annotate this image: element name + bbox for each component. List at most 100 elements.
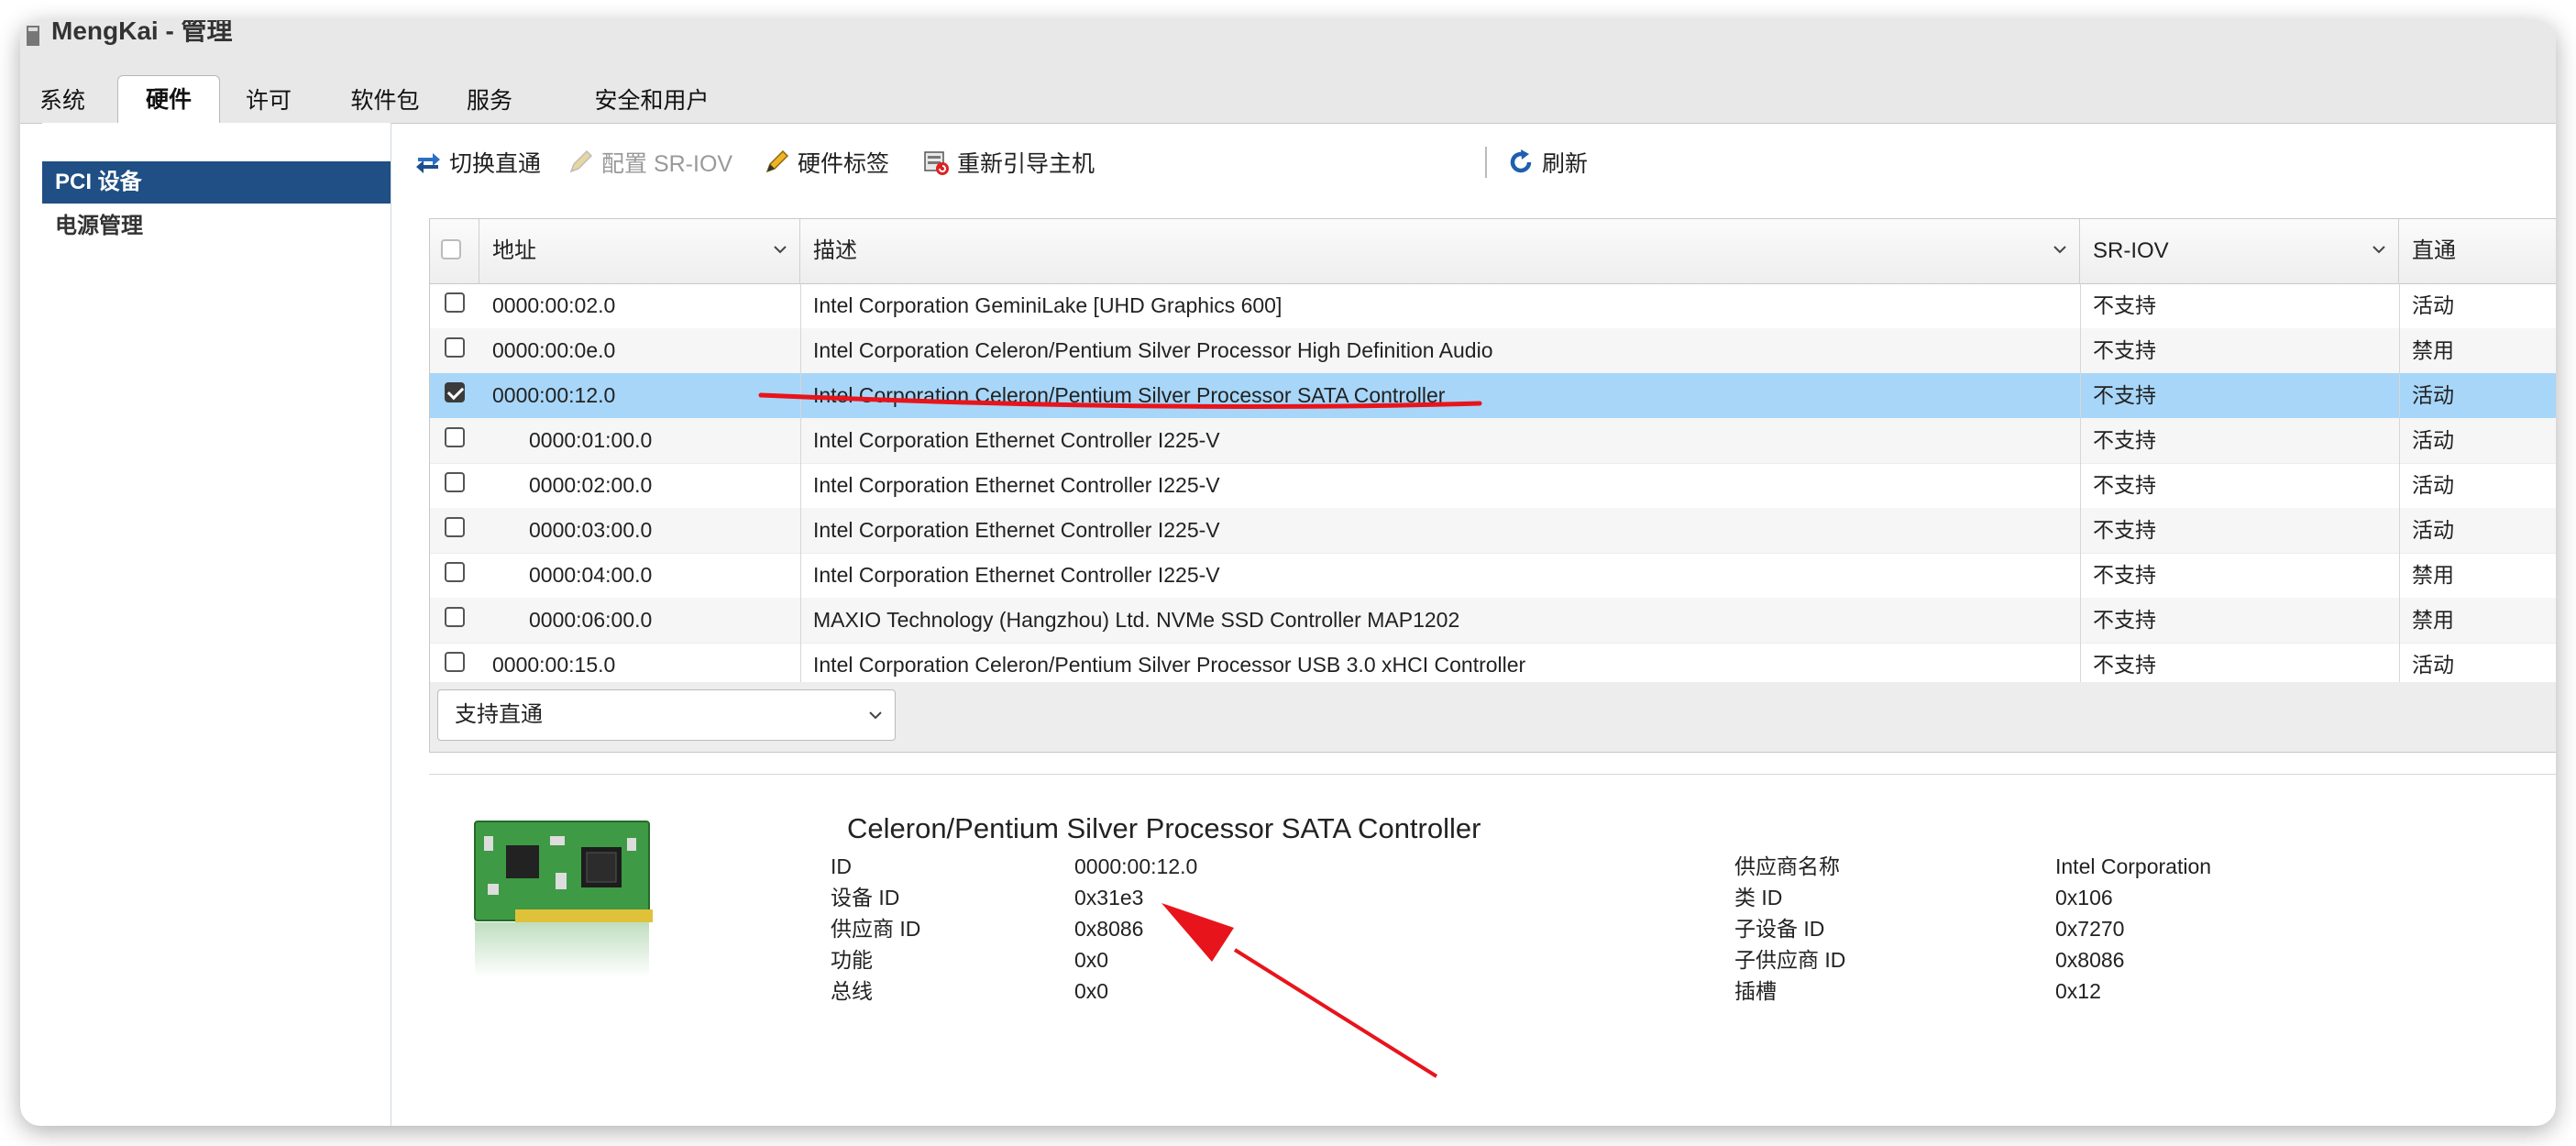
passthrough-filter-value: 支持直通 (455, 702, 543, 727)
refresh-icon (1510, 149, 1532, 173)
property-value: 0x8086 (1074, 917, 1144, 941)
chevron-down-icon[interactable] (2372, 243, 2385, 256)
cell-description: MAXIO Technology (Hangzhou) Ltd. NVMe SS… (813, 608, 1460, 632)
row-checkbox[interactable] (445, 607, 465, 627)
cell-description: Intel Corporation Celeron/Pentium Silver… (813, 383, 1446, 407)
cell-description: Intel Corporation Celeron/Pentium Silver… (813, 338, 1493, 362)
header-description-label: 描述 (813, 238, 857, 263)
nav-item-power-management[interactable]: 电源管理 (42, 205, 391, 248)
property-label: 功能 (831, 948, 873, 972)
tab-bar: 系统 硬件 许可 软件包 服务 安全和用户 (20, 51, 2556, 125)
configure-sriov-label: 配置 SR-IOV (601, 151, 733, 177)
cell-passthrough: 活动 (2412, 428, 2454, 452)
header-sriov-label: SR-IOV (2093, 238, 2169, 263)
property-value: 0x8086 (2055, 948, 2125, 972)
configure-sriov-button[interactable]: 配置 SR-IOV (567, 139, 732, 185)
cell-passthrough: 活动 (2412, 293, 2454, 317)
reboot-host-button[interactable]: 重新引导主机 (922, 139, 1095, 185)
nav-item-pci-devices[interactable]: PCI 设备 (42, 161, 391, 204)
cell-address: 0000:01:00.0 (529, 428, 653, 452)
header-passthrough[interactable]: 直通 (2399, 219, 2556, 283)
table-row[interactable]: 0000:02:00.0 Intel Corporation Ethernet C… (430, 463, 2556, 509)
tab-security-users[interactable]: 安全和用户 (565, 79, 739, 123)
cell-sriov: 不支持 (2093, 383, 2156, 407)
cell-sriov: 不支持 (2093, 293, 2156, 317)
table-row[interactable]: 0000:00:12.0 Intel Corporation Celeron/Pe… (430, 373, 2556, 419)
column-divider (800, 283, 801, 683)
table-row[interactable]: 0000:01:00.0 Intel Corporation Ethernet C… (430, 418, 2556, 464)
cell-address: 0000:00:12.0 (492, 383, 616, 407)
cell-sriov: 不支持 (2093, 518, 2156, 542)
refresh-label: 刷新 (1542, 151, 1589, 177)
chevron-down-icon[interactable] (774, 243, 787, 256)
row-checkbox[interactable] (445, 292, 465, 313)
row-checkbox[interactable] (445, 472, 465, 492)
table-row[interactable]: 0000:00:02.0 Intel Corporation GeminiLake… (430, 283, 2556, 329)
table-row[interactable]: 0000:04:00.0 Intel Corporation Ethernet C… (430, 553, 2556, 599)
select-all-checkbox[interactable] (441, 239, 461, 259)
property-label: 总线 (831, 979, 873, 1003)
table-row[interactable]: 0000:06:00.0 MAXIO Technology (Hangzhou) … (430, 598, 2556, 644)
column-divider (2080, 283, 2081, 683)
pci-card-icon (474, 821, 653, 977)
property-value: 0x12 (2055, 979, 2101, 1003)
row-checkbox[interactable] (445, 337, 465, 358)
header-address[interactable]: 地址 (479, 219, 800, 283)
header-select-all[interactable] (430, 219, 479, 283)
property-value: 0x0 (1074, 979, 1109, 1003)
table-row[interactable]: 0000:03:00.0 Intel Corporation Ethernet C… (430, 508, 2556, 554)
pencil-icon (569, 149, 593, 173)
property-label: 供应商 ID (831, 917, 921, 941)
passthrough-filter-select[interactable]: 支持直通 (437, 689, 896, 741)
property-value: Intel Corporation (2055, 854, 2212, 878)
cell-sriov: 不支持 (2093, 473, 2156, 497)
annotation-arrow-head (1161, 903, 1234, 962)
tab-license[interactable]: 许可 (229, 79, 308, 123)
row-checkbox[interactable] (445, 562, 465, 582)
property-label: ID (831, 854, 852, 878)
cell-passthrough: 活动 (2412, 653, 2454, 677)
property-label: 子供应商 ID (1734, 948, 1846, 972)
pci-device-table: 地址 描述 SR-IOV 直通 0000:00:02.0 Intel Corpor… (429, 218, 2556, 684)
header-description[interactable]: 描述 (800, 219, 2080, 283)
cell-passthrough: 禁用 (2412, 608, 2454, 632)
tab-hardware[interactable]: 硬件 (117, 75, 220, 125)
property-label: 供应商名称 (1734, 854, 1840, 878)
cell-address: 0000:04:00.0 (529, 563, 653, 587)
chevron-down-icon[interactable] (2053, 243, 2066, 256)
cell-description: Intel Corporation Celeron/Pentium Silver… (813, 653, 1526, 677)
tab-packages[interactable]: 软件包 (337, 79, 433, 123)
annotation-arrow-shaft (1233, 948, 1438, 1078)
cell-address: 0000:00:0e.0 (492, 338, 616, 362)
toolbar: 切换直通 配置 SR-IOV 硬件标签 重新引导主机 刷新 (414, 139, 2523, 185)
tab-system[interactable]: 系统 (24, 79, 101, 123)
table-row[interactable]: 0000:00:15.0 Intel Corporation Celeron/Pe… (430, 643, 2556, 683)
property-value: 0x106 (2055, 886, 2113, 909)
property-value: 0x31e3 (1074, 886, 1144, 909)
property-label: 设备 ID (831, 886, 900, 909)
property-label: 类 ID (1734, 886, 1783, 909)
header-passthrough-label: 直通 (2412, 238, 2456, 263)
toolbar-separator (1485, 147, 1487, 178)
property-label: 插槽 (1734, 979, 1777, 1003)
cell-sriov: 不支持 (2093, 563, 2156, 587)
tab-services[interactable]: 服务 (451, 79, 528, 123)
header-sriov[interactable]: SR-IOV (2080, 219, 2399, 283)
cell-passthrough: 禁用 (2412, 563, 2454, 587)
cell-address: 0000:02:00.0 (529, 473, 653, 497)
table-row[interactable]: 0000:00:0e.0 Intel Corporation Celeron/Pe… (430, 328, 2556, 374)
cell-description: Intel Corporation Ethernet Controller I2… (813, 563, 1220, 587)
table-header: 地址 描述 SR-IOV 直通 (430, 219, 2556, 284)
refresh-button[interactable]: 刷新 (1507, 139, 1588, 185)
cell-sriov: 不支持 (2093, 608, 2156, 632)
property-value: 0x0 (1074, 948, 1109, 972)
property-value: 0x7270 (2055, 917, 2125, 941)
row-checkbox[interactable] (445, 517, 465, 537)
row-checkbox[interactable] (445, 652, 465, 672)
row-checkbox[interactable] (445, 382, 465, 402)
row-checkbox[interactable] (445, 427, 465, 447)
cell-description: Intel Corporation GeminiLake [UHD Graphi… (813, 293, 1282, 317)
passthrough-toggle-icon (416, 153, 440, 173)
toggle-passthrough-button[interactable]: 切换直通 (414, 139, 541, 185)
hardware-label-button[interactable]: 硬件标签 (763, 139, 889, 185)
